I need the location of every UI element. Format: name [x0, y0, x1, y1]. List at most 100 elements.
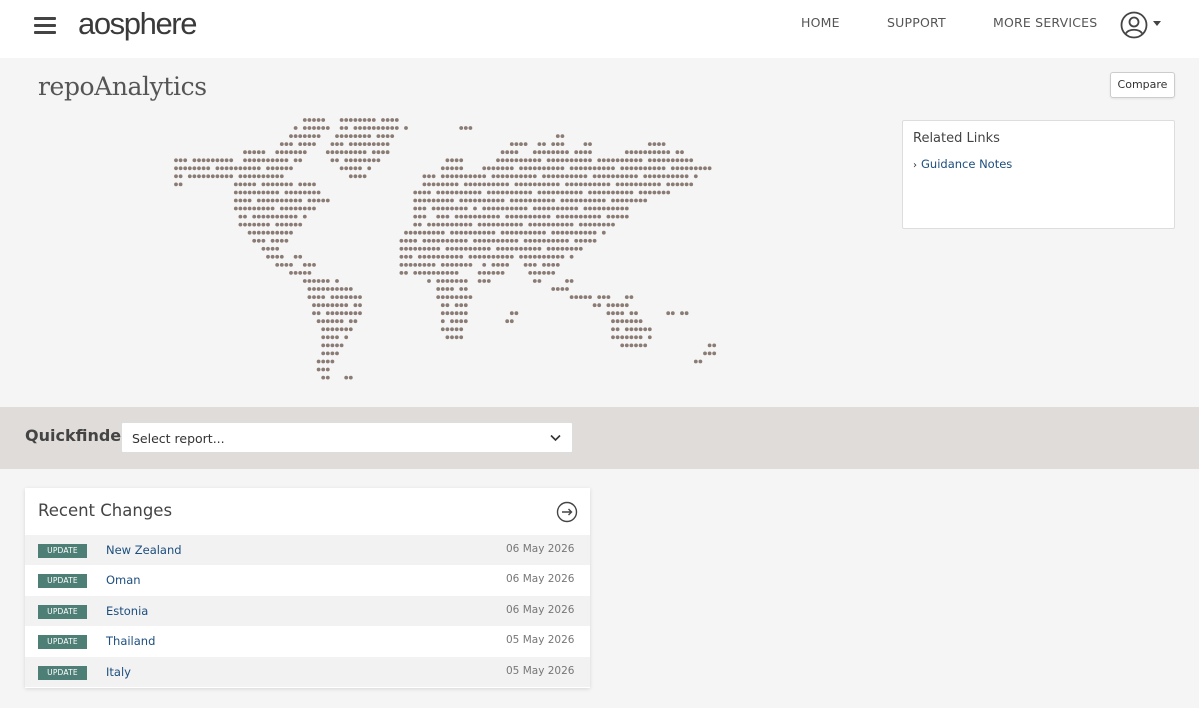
aosphere-logo[interactable]: aosphere [78, 6, 197, 42]
map-dot [496, 254, 500, 259]
country-link[interactable]: Italy [106, 665, 131, 679]
map-dot [256, 174, 261, 179]
map-dot [689, 158, 694, 163]
map-dot [353, 295, 358, 299]
map-dot [546, 166, 551, 171]
map-dot [445, 166, 450, 171]
guidance-notes-link[interactable]: › Guidance Notes [913, 157, 1012, 171]
map-dot [289, 222, 293, 227]
map-dot [427, 230, 431, 235]
map-dot [606, 206, 611, 211]
map-dot [629, 319, 634, 324]
map-dot [463, 190, 468, 195]
map-dot [606, 174, 611, 179]
map-dot [611, 214, 615, 219]
map-dot [634, 198, 638, 203]
map-dot [201, 166, 206, 171]
map-dot [293, 190, 298, 195]
map-dot [302, 134, 307, 138]
nav-home-link[interactable]: HOME [801, 15, 840, 30]
map-dot [638, 166, 643, 171]
map-dot [348, 166, 353, 171]
map-dot [279, 174, 284, 179]
map-dot [523, 158, 528, 163]
map-dot [404, 263, 408, 267]
map-dot [275, 174, 280, 179]
map-dot [256, 238, 261, 243]
map-dot [298, 190, 303, 195]
map-dot [551, 198, 556, 203]
report-select[interactable]: Select report... [121, 422, 573, 453]
map-dot [440, 303, 445, 308]
map-dot [440, 238, 445, 243]
map-dot [450, 246, 454, 251]
map-dot [312, 190, 316, 195]
map-dot [247, 182, 252, 187]
map-dot [555, 142, 560, 146]
map-dot [270, 190, 275, 195]
map-dot [634, 319, 638, 324]
map-dot [588, 295, 592, 299]
map-dot [312, 118, 316, 122]
map-dot [344, 303, 349, 308]
map-dot [321, 367, 326, 372]
map-dot [459, 166, 464, 171]
map-dot [307, 287, 312, 291]
map-dot [440, 230, 445, 235]
map-dot [298, 142, 303, 146]
map-dot [178, 174, 183, 179]
nav-more-services-link[interactable]: MORE SERVICES [993, 15, 1097, 30]
map-dot [574, 174, 579, 179]
map-dot [661, 174, 666, 179]
country-link[interactable]: Estonia [106, 604, 148, 618]
map-dot [335, 319, 339, 324]
map-dot [473, 190, 477, 195]
map-dot [358, 295, 362, 299]
map-dot [279, 198, 284, 203]
map-dot [427, 198, 431, 203]
map-dot [348, 319, 353, 324]
map-dot [620, 182, 625, 187]
map-dot [348, 327, 353, 332]
map-dot [298, 254, 303, 259]
map-dot [266, 174, 270, 179]
map-dot [482, 279, 487, 283]
map-dot [201, 174, 206, 179]
nav-support-link[interactable]: SUPPORT [887, 15, 946, 30]
map-dot [450, 238, 454, 243]
map-dot [459, 246, 464, 251]
hamburger-menu-icon[interactable] [34, 17, 56, 35]
map-dot [532, 206, 537, 211]
country-link[interactable]: Thailand [106, 634, 155, 648]
map-dot [339, 303, 344, 308]
map-dot [496, 246, 500, 251]
map-dot [555, 134, 560, 138]
map-dot [238, 206, 243, 211]
map-dot [606, 303, 611, 308]
map-dot [238, 198, 243, 203]
circle-arrow-right-icon[interactable] [556, 501, 578, 523]
map-dot [592, 174, 597, 179]
map-dot [647, 182, 652, 187]
map-dot [440, 206, 445, 211]
map-dot [486, 254, 491, 259]
map-dot [597, 222, 602, 227]
country-link[interactable]: New Zealand [106, 543, 182, 557]
country-link[interactable]: Oman [106, 573, 141, 587]
map-dot [339, 118, 344, 122]
account-menu[interactable] [1120, 11, 1164, 41]
map-dot [652, 190, 657, 195]
map-dot [408, 230, 413, 235]
map-dot [528, 222, 533, 227]
map-dot [436, 230, 441, 235]
map-dot [638, 335, 643, 340]
map-dot [546, 246, 551, 251]
map-dot [496, 222, 500, 227]
map-dot [362, 126, 367, 130]
map-dot [279, 222, 284, 227]
compare-button[interactable]: Compare [1110, 72, 1175, 98]
map-dot [491, 222, 496, 227]
map-dot [353, 319, 358, 324]
map-dot [440, 198, 445, 203]
map-dot [643, 166, 648, 171]
